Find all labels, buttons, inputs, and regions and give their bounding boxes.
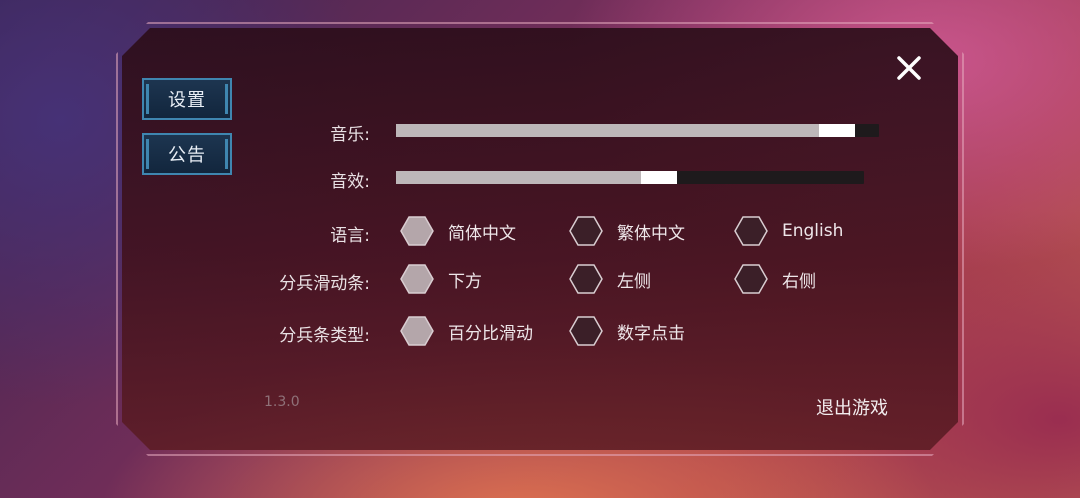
split-slider-option-label: 左侧 <box>617 271 651 292</box>
language-option-label: English <box>782 221 844 241</box>
language-option[interactable]: 繁体中文 <box>569 216 685 246</box>
close-icon[interactable] <box>893 52 925 84</box>
language-option-label: 简体中文 <box>448 223 516 244</box>
radio-hex-icon <box>569 216 603 246</box>
radio-hex-icon <box>400 264 434 294</box>
split-type-option-label: 百分比滑动 <box>448 323 533 344</box>
split-slider-option-label: 下方 <box>448 271 482 292</box>
split-type-label: 分兵条类型: <box>279 326 370 346</box>
sfx-slider-fill <box>396 171 659 184</box>
music-slider[interactable] <box>396 124 879 137</box>
split-type-option-label: 数字点击 <box>617 323 685 344</box>
language-option-label: 繁体中文 <box>617 223 685 244</box>
split-slider-option[interactable]: 右侧 <box>734 264 816 294</box>
split-slider-option-label: 右侧 <box>782 271 816 292</box>
split-type-option[interactable]: 百分比滑动 <box>400 316 533 346</box>
music-slider-fill <box>396 124 837 137</box>
radio-hex-icon <box>400 216 434 246</box>
music-slider-handle[interactable] <box>818 124 855 137</box>
language-label: 语言: <box>330 226 370 246</box>
language-option[interactable]: English <box>734 216 843 246</box>
music-label: 音乐: <box>330 125 370 145</box>
split-slider-label: 分兵滑动条: <box>279 274 370 294</box>
split-slider-option[interactable]: 左侧 <box>569 264 651 294</box>
split-type-option[interactable]: 数字点击 <box>569 316 685 346</box>
language-option[interactable]: 简体中文 <box>400 216 516 246</box>
sfx-slider-handle[interactable] <box>640 171 677 184</box>
sfx-label: 音效: <box>330 172 370 192</box>
radio-hex-icon <box>569 316 603 346</box>
exit-game-button[interactable]: 退出游戏 <box>816 394 888 420</box>
tab-settings[interactable]: 设置 <box>142 78 232 120</box>
radio-hex-icon <box>734 264 768 294</box>
radio-hex-icon <box>569 264 603 294</box>
version-label: 1.3.0 <box>264 394 300 410</box>
radio-hex-icon <box>734 216 768 246</box>
sfx-slider[interactable] <box>396 171 864 184</box>
split-slider-option[interactable]: 下方 <box>400 264 482 294</box>
radio-hex-icon <box>400 316 434 346</box>
